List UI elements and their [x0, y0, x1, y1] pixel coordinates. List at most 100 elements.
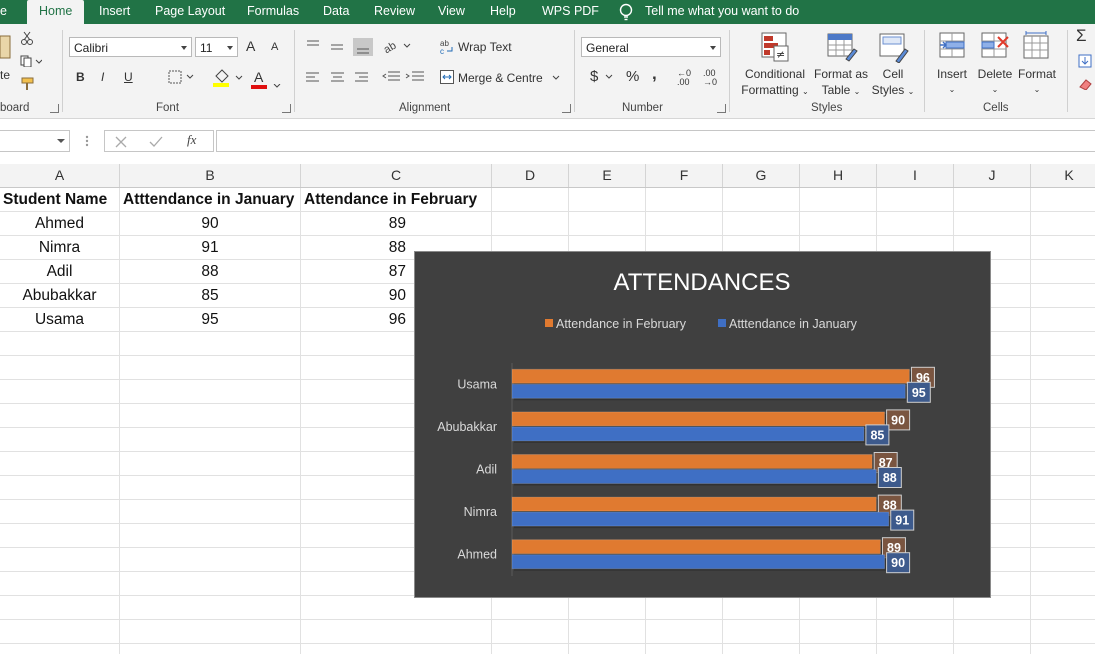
data-label: 90 — [891, 556, 905, 570]
format-as-table-button[interactable]: Format as Table ⌄ — [812, 66, 870, 100]
cell-a3[interactable]: Nimra — [0, 236, 119, 260]
name-box[interactable] — [0, 130, 70, 152]
font-color-button[interactable]: A — [254, 69, 263, 85]
font-size-combo[interactable]: 11 — [195, 37, 238, 57]
vertical-align-icons[interactable] — [305, 38, 375, 56]
tab-insert[interactable]: Insert — [99, 0, 130, 24]
data-label: 85 — [870, 428, 884, 442]
cell-a5[interactable]: Abubakkar — [0, 284, 119, 308]
chevron-down-icon: ⌄ — [948, 85, 956, 94]
cell-b4[interactable]: 88 — [120, 260, 300, 284]
grow-font-button[interactable]: A — [246, 38, 255, 54]
underline-button[interactable]: U — [124, 70, 133, 84]
cell-b1[interactable]: Atttendance in January — [123, 188, 301, 212]
tab-wps-pdf[interactable]: WPS PDF — [542, 0, 599, 24]
cell-a6[interactable]: Usama — [0, 308, 119, 332]
merge-centre-button[interactable]: Merge & Centre — [458, 71, 543, 85]
increase-decimal-button[interactable]: ←0 .00 — [677, 69, 693, 87]
font-name-combo[interactable]: Calibri — [69, 37, 192, 57]
conditional-formatting-button[interactable]: Conditional Formatting ⌄ — [738, 66, 812, 100]
cell-b2[interactable]: 90 — [120, 212, 300, 236]
column-header-e[interactable]: E — [569, 164, 646, 187]
column-header-f[interactable]: F — [646, 164, 723, 187]
svg-text:ab: ab — [384, 40, 398, 54]
chevron-down-icon — [710, 46, 716, 50]
cell-c6[interactable]: 96 — [301, 308, 412, 332]
drag-handle-icon[interactable] — [84, 134, 90, 148]
tab-file[interactable]: e — [0, 0, 7, 24]
format-painter-icon[interactable] — [20, 77, 36, 91]
clipboard-launcher-icon[interactable] — [50, 104, 59, 113]
paste-icon[interactable] — [0, 32, 12, 62]
comma-style-button[interactable]: , — [652, 64, 657, 84]
percent-button[interactable]: % — [626, 68, 639, 85]
number-format-combo[interactable]: General — [581, 37, 721, 57]
italic-button[interactable]: I — [101, 70, 104, 84]
chevron-down-icon[interactable] — [605, 74, 613, 79]
cell-a2[interactable]: Ahmed — [0, 212, 119, 236]
decrease-decimal-button[interactable]: .00 →0 — [703, 69, 719, 87]
attendance-chart[interactable]: ATTENDANCES Attendance in February Atttend… — [414, 251, 991, 598]
paste-button-label[interactable]: te — [0, 68, 10, 82]
fill-color-icon[interactable] — [212, 68, 244, 88]
scissors-icon[interactable] — [20, 31, 34, 45]
cell-b5[interactable]: 85 — [120, 284, 300, 308]
eraser-icon[interactable] — [1078, 78, 1092, 90]
number-group-label: Number — [622, 102, 663, 114]
copy-icon[interactable] — [20, 55, 42, 67]
cell-a1[interactable]: Student Name — [3, 188, 119, 212]
formula-input[interactable] — [216, 130, 1095, 152]
fill-down-icon[interactable] — [1078, 54, 1092, 68]
cell-b6[interactable]: 95 — [120, 308, 300, 332]
column-header-g[interactable]: G — [723, 164, 800, 187]
number-launcher-icon[interactable] — [717, 104, 726, 113]
wrap-text-button[interactable]: Wrap Text — [458, 40, 512, 54]
tab-data[interactable]: Data — [323, 0, 349, 24]
tab-formulas[interactable]: Formulas — [247, 0, 299, 24]
tab-page-layout[interactable]: Page Layout — [155, 0, 225, 24]
cell-c2[interactable]: 89 — [301, 212, 412, 236]
autosum-button[interactable]: Σ — [1076, 26, 1087, 46]
cell-c1[interactable]: Attendance in February — [304, 188, 491, 212]
column-header-b[interactable]: B — [120, 164, 301, 187]
tab-review[interactable]: Review — [374, 0, 415, 24]
enter-check-icon[interactable] — [149, 136, 163, 148]
cancel-icon[interactable] — [115, 136, 127, 148]
cell-a4[interactable]: Adil — [0, 260, 119, 284]
tell-me-search[interactable]: Tell me what you want to do — [645, 0, 799, 24]
cell-c4[interactable]: 87 — [301, 260, 412, 284]
shrink-font-button[interactable]: A — [271, 41, 278, 53]
column-header-i[interactable]: I — [877, 164, 954, 187]
tab-help[interactable]: Help — [490, 0, 516, 24]
borders-icon[interactable] — [168, 70, 196, 84]
currency-button[interactable]: $ — [590, 68, 598, 85]
indent-icons[interactable] — [382, 70, 426, 84]
column-header-h[interactable]: H — [800, 164, 877, 187]
alignment-launcher-icon[interactable] — [562, 104, 571, 113]
data-label: 88 — [883, 471, 897, 485]
column-header-k[interactable]: K — [1031, 164, 1095, 187]
column-header-c[interactable]: C — [301, 164, 492, 187]
column-header-d[interactable]: D — [492, 164, 569, 187]
font-group-label: Font — [156, 102, 180, 114]
cell-b3[interactable]: 91 — [120, 236, 300, 260]
orientation-icon[interactable]: ab — [384, 38, 414, 54]
chevron-down-icon[interactable] — [552, 75, 560, 80]
bold-button[interactable]: B — [76, 70, 85, 84]
column-header-a[interactable]: A — [0, 164, 120, 187]
insert-function-button[interactable]: fx — [187, 132, 196, 148]
horizontal-align-icons[interactable] — [305, 71, 375, 85]
format-cells-button[interactable]: Format ⌄ — [1016, 66, 1058, 98]
tab-view[interactable]: View — [438, 0, 465, 24]
cell-c3[interactable]: 88 — [301, 236, 412, 260]
tab-home[interactable]: Home — [27, 0, 85, 26]
insert-cells-button[interactable]: Insert ⌄ — [932, 66, 972, 98]
column-header-j[interactable]: J — [954, 164, 1031, 187]
cell-c5[interactable]: 90 — [301, 284, 412, 308]
cell-styles-button[interactable]: Cell Styles ⌄ — [870, 66, 916, 100]
legend-swatch-0 — [545, 319, 553, 327]
font-launcher-icon[interactable] — [282, 104, 291, 113]
delete-cells-button[interactable]: Delete ⌄ — [974, 66, 1016, 98]
bar-1-abubakkar — [511, 426, 865, 442]
cell-styles-label: Styles — [871, 83, 905, 97]
